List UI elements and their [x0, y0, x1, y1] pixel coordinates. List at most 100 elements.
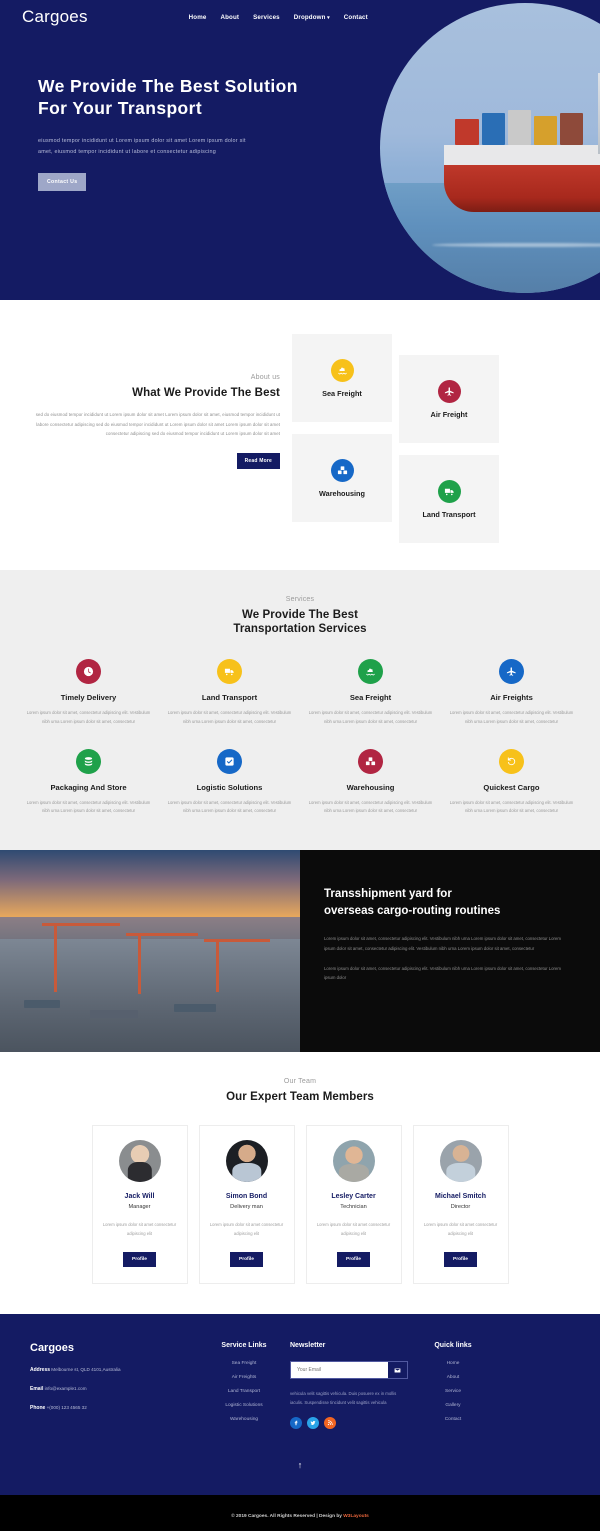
container	[481, 113, 505, 146]
team-member-name: Jack Will	[124, 1193, 155, 1201]
transshipment-section: Transshipment yard for overseas cargo-ro…	[0, 850, 600, 1053]
footer-email: Email info@example1.com	[30, 1386, 198, 1392]
check-circle-icon	[217, 748, 242, 774]
footer-link-air-freights[interactable]: Air Freights	[198, 1375, 290, 1380]
footer-service-links: Sea Freight Air Freights Land Transport …	[198, 1361, 290, 1422]
footer-link-logistic-solutions[interactable]: Logistic Solutions	[198, 1403, 290, 1408]
about-card-warehousing[interactable]: Warehousing	[292, 434, 392, 522]
footer-quick-links-column: Quick links Home About Service Gallery C…	[408, 1342, 498, 1429]
ship-hull	[443, 162, 600, 212]
service-item-packaging-and-store[interactable]: Packaging And Store Lorem ipsum dolor si…	[18, 748, 159, 817]
crane-arm	[126, 933, 198, 937]
nav-item-dropdown[interactable]: Dropdown ▾	[294, 14, 330, 21]
footer-quick-links: Home About Service Gallery Contact	[408, 1361, 498, 1422]
profile-button[interactable]: Profile	[123, 1251, 156, 1267]
team-eyebrow: Our Team	[283, 1078, 317, 1086]
about-cards: Sea Freight Air Freight Warehousing Land…	[292, 334, 504, 543]
about-card-sea-freight[interactable]: Sea Freight	[292, 334, 392, 422]
database-icon	[76, 748, 101, 774]
transshipment-paragraph-1: Lorem ipsum dolor sit amet, consectetur …	[324, 936, 561, 951]
team-heading: Our Expert Team Members	[226, 1091, 374, 1104]
envelope-icon	[394, 1362, 401, 1377]
team-member-card[interactable]: Lesley Carter Technician Lorem ipsum dol…	[305, 1125, 402, 1284]
newsletter-submit-button[interactable]	[388, 1361, 407, 1378]
crane-arm	[204, 939, 270, 943]
service-item-quickest-cargo[interactable]: Quickest Cargo Lorem ipsum dolor sit ame…	[441, 748, 582, 817]
footer-link-sea-freight[interactable]: Sea Freight	[198, 1361, 290, 1366]
crane-arm	[42, 922, 120, 926]
nav-item-contact[interactable]: Contact	[344, 14, 368, 21]
sky-layer	[0, 850, 300, 917]
about-card-land-transport[interactable]: Land Transport	[399, 455, 499, 543]
transshipment-text: Transshipment yard for overseas cargo-ro…	[300, 850, 600, 1053]
profile-button[interactable]: Profile	[444, 1251, 477, 1267]
service-item-logistic-solutions[interactable]: Logistic Solutions Lorem ipsum dolor sit…	[159, 748, 300, 817]
nav-item-home[interactable]: Home	[189, 14, 207, 21]
avatar-body	[127, 1162, 152, 1183]
footer-link-gallery[interactable]: Gallery	[408, 1403, 498, 1408]
team-member-card[interactable]: Simon Bond Delivery man Lorem ipsum dolo…	[198, 1125, 295, 1284]
container	[24, 999, 60, 1008]
footer-link-contact[interactable]: Contact	[408, 1417, 498, 1422]
w3layouts-link[interactable]: W3Layouts	[343, 1514, 369, 1519]
footer-link-about[interactable]: About	[408, 1375, 498, 1380]
nav-item-services[interactable]: Services	[253, 14, 280, 21]
service-item-land-transport[interactable]: Land Transport Lorem ipsum dolor sit ame…	[159, 659, 300, 727]
service-item-air-freights[interactable]: Air Freights Lorem ipsum dolor sit amet,…	[441, 659, 582, 727]
contact-us-button[interactable]: Contact Us	[38, 172, 87, 191]
site-logo[interactable]: Cargoes	[22, 7, 88, 27]
social-links	[290, 1416, 408, 1429]
crane	[138, 933, 141, 994]
services-heading-line1: We Provide The Best	[241, 609, 359, 621]
service-text: Lorem ipsum dolor sit amet, consectetur …	[167, 799, 292, 814]
footer-address-value: Melbourne st, QLD 4101,Australia	[51, 1366, 121, 1372]
service-title: Land Transport	[201, 693, 258, 702]
newsletter-form	[290, 1360, 408, 1379]
service-text: Lorem ipsum dolor sit amet, consectetur …	[308, 710, 433, 724]
main-nav: Cargoes Home About Services Dropdown ▾ C…	[0, 0, 600, 27]
boxes-icon	[358, 748, 383, 774]
footer-link-service[interactable]: Service	[408, 1389, 498, 1394]
profile-button[interactable]: Profile	[230, 1251, 263, 1267]
hero-section: Cargoes Home About Services Dropdown ▾ C…	[0, 0, 600, 300]
transshipment-paragraph-2: Lorem ipsum dolor sit amet, consectetur …	[324, 965, 561, 981]
copyright-prefix: © 2019 Cargoes. All Rights Reserved | De…	[231, 1513, 344, 1519]
facebook-icon[interactable]	[290, 1416, 302, 1429]
history-icon	[499, 748, 524, 774]
service-item-timely-delivery[interactable]: Timely Delivery Lorem ipsum dolor sit am…	[18, 659, 159, 727]
team-grid: Jack Will Manager Lorem ipsum dolor sit …	[0, 1103, 600, 1284]
footer-link-land-transport[interactable]: Land Transport	[198, 1389, 290, 1394]
footer-link-warehousing[interactable]: Warehousing	[198, 1417, 290, 1422]
twitter-icon[interactable]	[307, 1416, 319, 1429]
back-to-top-button[interactable]: ↑	[0, 1428, 600, 1495]
newsletter-email-input[interactable]	[291, 1361, 388, 1378]
avatar-body	[231, 1162, 262, 1183]
team-member-card[interactable]: Jack Will Manager Lorem ipsum dolor sit …	[91, 1125, 188, 1284]
nav-item-about[interactable]: About	[220, 14, 239, 21]
rss-icon[interactable]	[324, 1416, 336, 1429]
avatar	[332, 1140, 375, 1183]
service-title: Packaging And Store	[50, 782, 127, 792]
transshipment-heading-line1: Transshipment yard for	[324, 888, 452, 901]
ship-deck	[443, 145, 600, 166]
team-member-role: Director	[450, 1204, 471, 1211]
footer-phone-value: +(000) 123 4565 32	[46, 1404, 87, 1410]
yard-layer	[0, 939, 300, 1053]
footer-address-label: Address	[30, 1366, 51, 1373]
about-card-air-freight[interactable]: Air Freight	[399, 355, 499, 443]
crane	[54, 922, 57, 992]
copyright-text: © 2019 Cargoes. All Rights Reserved | De…	[231, 1514, 369, 1519]
team-member-card[interactable]: Michael Smitch Director Lorem ipsum dolo…	[412, 1125, 509, 1284]
footer-link-home[interactable]: Home	[408, 1361, 498, 1366]
service-item-sea-freight[interactable]: Sea Freight Lorem ipsum dolor sit amet, …	[300, 659, 441, 727]
clock-icon	[76, 659, 101, 684]
services-eyebrow: Services	[285, 596, 315, 603]
nav-links: Home About Services Dropdown ▾ Contact	[189, 14, 368, 21]
team-member-bio: Lorem ipsum dolor sit amet consectetur a…	[102, 1222, 177, 1237]
footer-email-value[interactable]: info@example1.com	[45, 1386, 87, 1391]
profile-button[interactable]: Profile	[337, 1251, 370, 1267]
about-heading: What We Provide The Best	[132, 387, 280, 399]
read-more-button[interactable]: Read More	[236, 452, 280, 469]
service-text: Lorem ipsum dolor sit amet, consectetur …	[308, 799, 433, 814]
service-item-warehousing[interactable]: Warehousing Lorem ipsum dolor sit amet, …	[300, 748, 441, 817]
